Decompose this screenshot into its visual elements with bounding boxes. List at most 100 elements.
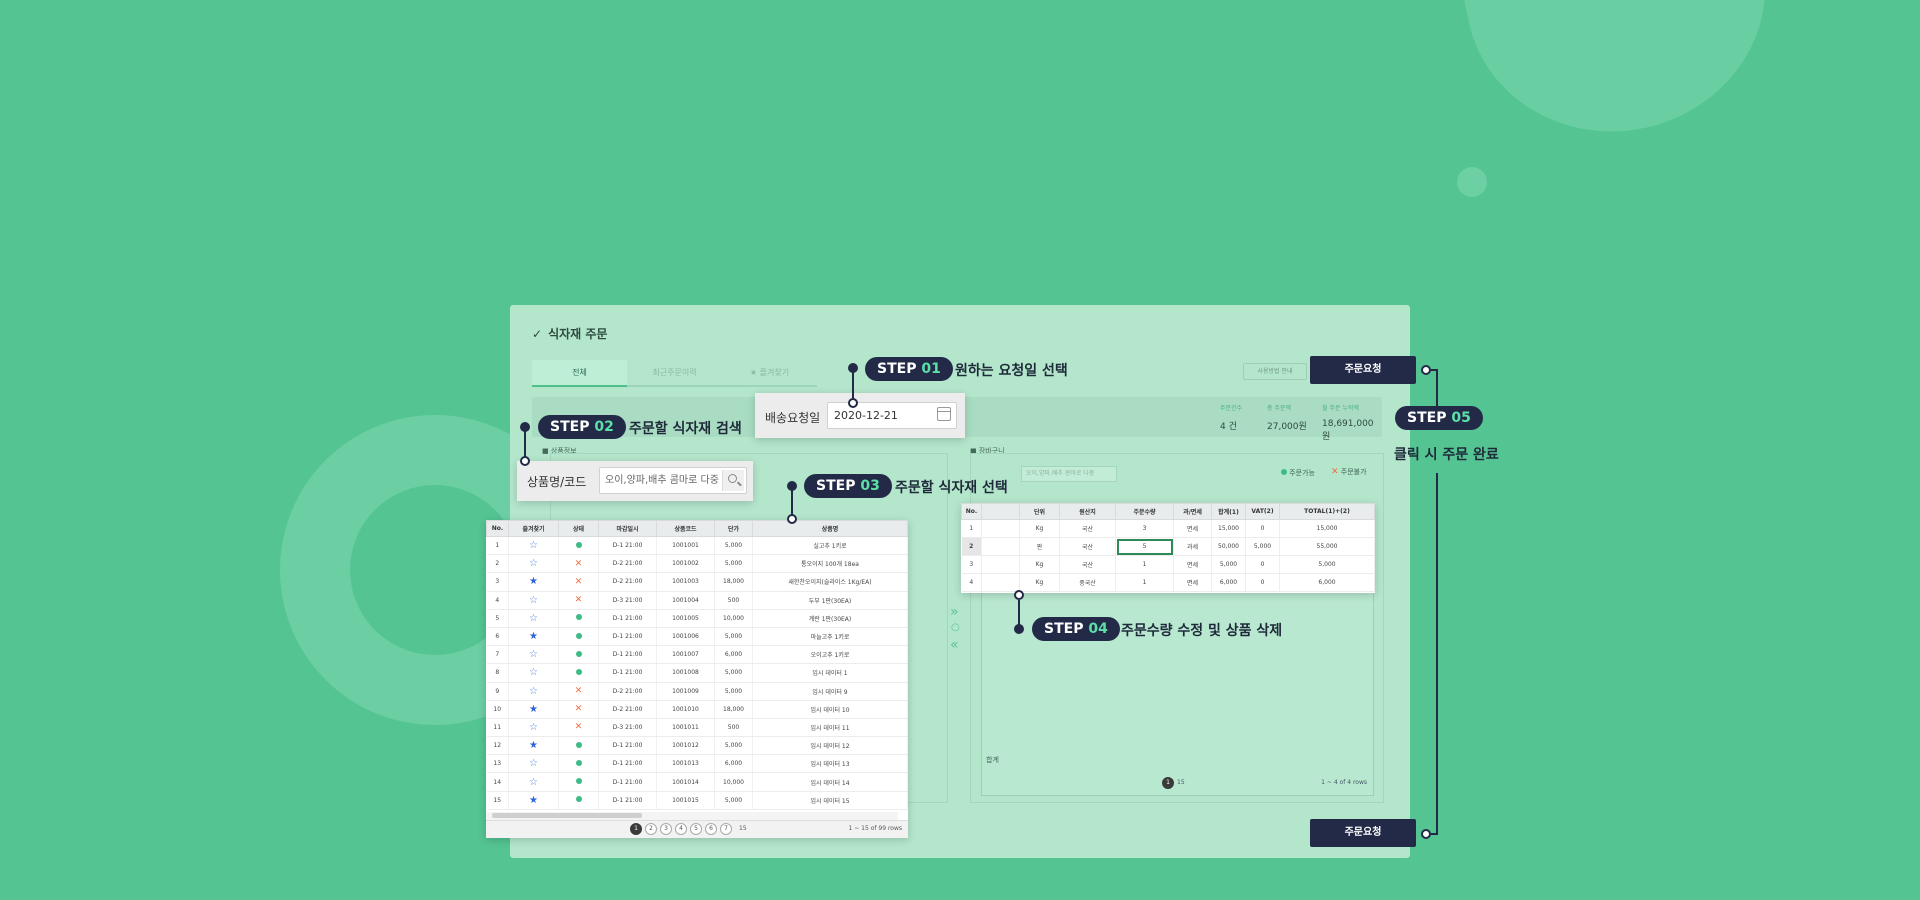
column-header[interactable]: 마감일시: [598, 520, 657, 537]
star-outline-icon[interactable]: ☆: [529, 777, 538, 788]
star-filled-icon[interactable]: ★: [529, 740, 538, 751]
table-row[interactable]: 1 ☆ D-1 21:00 1001001 5,000 실고추 1키로: [486, 536, 908, 556]
favorite-star[interactable]: ☆: [508, 754, 559, 774]
favorite-star[interactable]: ★: [508, 700, 559, 719]
page-button[interactable]: 4: [675, 823, 687, 835]
reset-icon[interactable]: ○: [951, 621, 960, 635]
tab-favorites[interactable]: ★ 즐겨찾기: [722, 360, 817, 387]
favorite-star[interactable]: ☆: [508, 609, 559, 628]
guide-button[interactable]: 사용방법 안내: [1243, 363, 1307, 380]
star-outline-icon[interactable]: ☆: [529, 758, 538, 769]
page-button[interactable]: 3: [660, 823, 672, 835]
favorite-star[interactable]: ☆: [508, 772, 559, 792]
column-header[interactable]: 즐겨찾기: [508, 520, 559, 537]
page-button[interactable]: 5: [690, 823, 702, 835]
table-row[interactable]: 5 ☆ D-1 21:00 1001005 10,000 계란 1판(30EA): [486, 609, 908, 628]
table-row[interactable]: 11 ☆ ✕ D-3 21:00 1001011 500 임시 데이터 11: [486, 718, 908, 738]
favorite-star[interactable]: ☆: [508, 663, 559, 683]
summary-value: 18,691,000 원: [1322, 419, 1374, 442]
page-button[interactable]: 7: [720, 823, 732, 835]
horizontal-scrollbar[interactable]: [486, 812, 898, 820]
calendar-icon[interactable]: [937, 407, 951, 421]
page-size-select[interactable]: 15: [739, 825, 747, 832]
cart-row[interactable]: 4 Kg 중국산 1 면세 6,000 0 6,000: [961, 573, 1375, 592]
table-row[interactable]: 15 ★ D-1 21:00 1001015 5,000 임시 데이터 15: [486, 791, 908, 810]
table-row[interactable]: 2 ☆ ✕ D-2 21:00 1001002 5,000 통오이지 100개 18ea: [486, 554, 908, 574]
column-header[interactable]: VAT(2): [1245, 503, 1280, 520]
quantity-cell[interactable]: 1: [1115, 573, 1174, 592]
star-outline-icon[interactable]: ☆: [529, 686, 538, 697]
quantity-cell[interactable]: 1: [1115, 555, 1174, 574]
search-button[interactable]: [722, 470, 744, 491]
star-filled-icon[interactable]: ★: [529, 795, 538, 806]
table-row[interactable]: 8 ☆ D-1 21:00 1001008 5,000 임시 데이터 1: [486, 663, 908, 683]
tab-recent-orders[interactable]: 최근주문이력: [627, 360, 722, 387]
favorite-star[interactable]: ☆: [508, 645, 559, 665]
column-header[interactable]: TOTAL(1)+(2): [1279, 503, 1375, 520]
favorite-star[interactable]: ☆: [508, 554, 559, 574]
star-outline-icon[interactable]: ☆: [529, 595, 538, 606]
tab-all[interactable]: 전체: [532, 360, 627, 387]
deadline-cell: D-1 21:00: [598, 609, 657, 628]
star-filled-icon[interactable]: ★: [529, 704, 538, 715]
scrollbar-thumb[interactable]: [492, 813, 642, 818]
page-button[interactable]: 2: [645, 823, 657, 835]
column-header[interactable]: 단가: [714, 520, 753, 537]
column-header[interactable]: 상태: [558, 520, 599, 537]
star-filled-icon[interactable]: ★: [529, 631, 538, 642]
page-button[interactable]: 6: [705, 823, 717, 835]
favorite-star[interactable]: ★: [508, 572, 559, 592]
cart-row[interactable]: 3 Kg 국산 1 면세 5,000 0 5,000: [961, 555, 1375, 574]
favorite-star[interactable]: ☆: [508, 591, 559, 610]
column-header[interactable]: 합계(1): [1211, 503, 1246, 520]
star-outline-icon[interactable]: ☆: [529, 722, 538, 733]
summary-label: 총 주문액: [1267, 405, 1291, 412]
column-header[interactable]: 상품명: [752, 520, 908, 537]
star-outline-icon[interactable]: ☆: [529, 540, 538, 551]
cart-page-size[interactable]: 15: [1177, 779, 1185, 786]
column-header[interactable]: 원산지: [1059, 503, 1116, 520]
favorite-star[interactable]: ☆: [508, 718, 559, 738]
table-row[interactable]: 4 ☆ ✕ D-3 21:00 1001004 500 두부 1판(30EA): [486, 591, 908, 610]
quantity-cell[interactable]: 5: [1115, 537, 1174, 556]
move-left-icon[interactable]: «: [950, 638, 959, 652]
delivery-date-input[interactable]: 2020-12-21: [827, 402, 957, 429]
product-search-input[interactable]: 오이,양파,배추 콤마로 다중: [599, 467, 747, 494]
table-row[interactable]: 12 ★ D-1 21:00 1001012 5,000 임시 데이터 12: [486, 736, 908, 756]
cart-search-input[interactable]: 오이,양파,배추 콩마로 다중: [1021, 466, 1117, 482]
table-row[interactable]: 10 ★ ✕ D-2 21:00 1001010 18,000 임시 데이터 10: [486, 700, 908, 719]
favorite-star[interactable]: ★: [508, 627, 559, 647]
column-header[interactable]: 상품코드: [656, 520, 715, 537]
table-row[interactable]: 6 ★ D-1 21:00 1001006 5,000 마늘고추 1키로: [486, 627, 908, 647]
row-number: 2: [486, 554, 509, 574]
favorite-star[interactable]: ☆: [508, 536, 559, 556]
star-filled-icon[interactable]: ★: [529, 576, 538, 587]
page-button[interactable]: 1: [630, 823, 642, 835]
column-header[interactable]: No.: [961, 503, 982, 520]
quantity-cell[interactable]: 3: [1115, 519, 1174, 538]
table-row[interactable]: 9 ☆ ✕ D-2 21:00 1001009 5,000 임시 데이터 9: [486, 682, 908, 701]
table-row[interactable]: 13 ☆ D-1 21:00 1001013 6,000 임시 데이터 13: [486, 754, 908, 774]
table-row[interactable]: 7 ☆ D-1 21:00 1001007 6,000 오이고추 1키로: [486, 645, 908, 665]
favorite-star[interactable]: ★: [508, 736, 559, 756]
cart-page-button[interactable]: 1: [1162, 777, 1174, 789]
table-row[interactable]: 14 ☆ D-1 21:00 1001014 10,000 임시 데이터 14: [486, 772, 908, 792]
favorite-star[interactable]: ★: [508, 791, 559, 810]
page-title: ✓ 식자재 주문: [532, 325, 607, 342]
star-outline-icon[interactable]: ☆: [529, 613, 538, 624]
order-request-button-bottom[interactable]: 주문요청: [1310, 819, 1416, 847]
cart-row[interactable]: 1 Kg 국산 3 면세 15,000 0 15,000: [961, 519, 1375, 538]
cart-row[interactable]: 2 판 국산 5 과세 50,000 5,000 55,000: [961, 537, 1375, 556]
column-header[interactable]: No.: [486, 520, 509, 537]
column-header[interactable]: 단위: [1019, 503, 1060, 520]
table-row[interactable]: 3 ★ ✕ D-2 21:00 1001003 18,000 새한찬오이지(슬라이스 1Kg…: [486, 572, 908, 592]
star-outline-icon[interactable]: ☆: [529, 558, 538, 569]
favorite-star[interactable]: ☆: [508, 682, 559, 701]
order-request-button-top[interactable]: 주문요청: [1310, 356, 1416, 384]
column-header[interactable]: [981, 503, 1020, 520]
column-header[interactable]: 과/면세: [1173, 503, 1212, 520]
star-outline-icon[interactable]: ☆: [529, 649, 538, 660]
star-outline-icon[interactable]: ☆: [529, 667, 538, 678]
column-header[interactable]: 주문수량: [1115, 503, 1174, 520]
move-right-icon[interactable]: »: [950, 605, 959, 619]
